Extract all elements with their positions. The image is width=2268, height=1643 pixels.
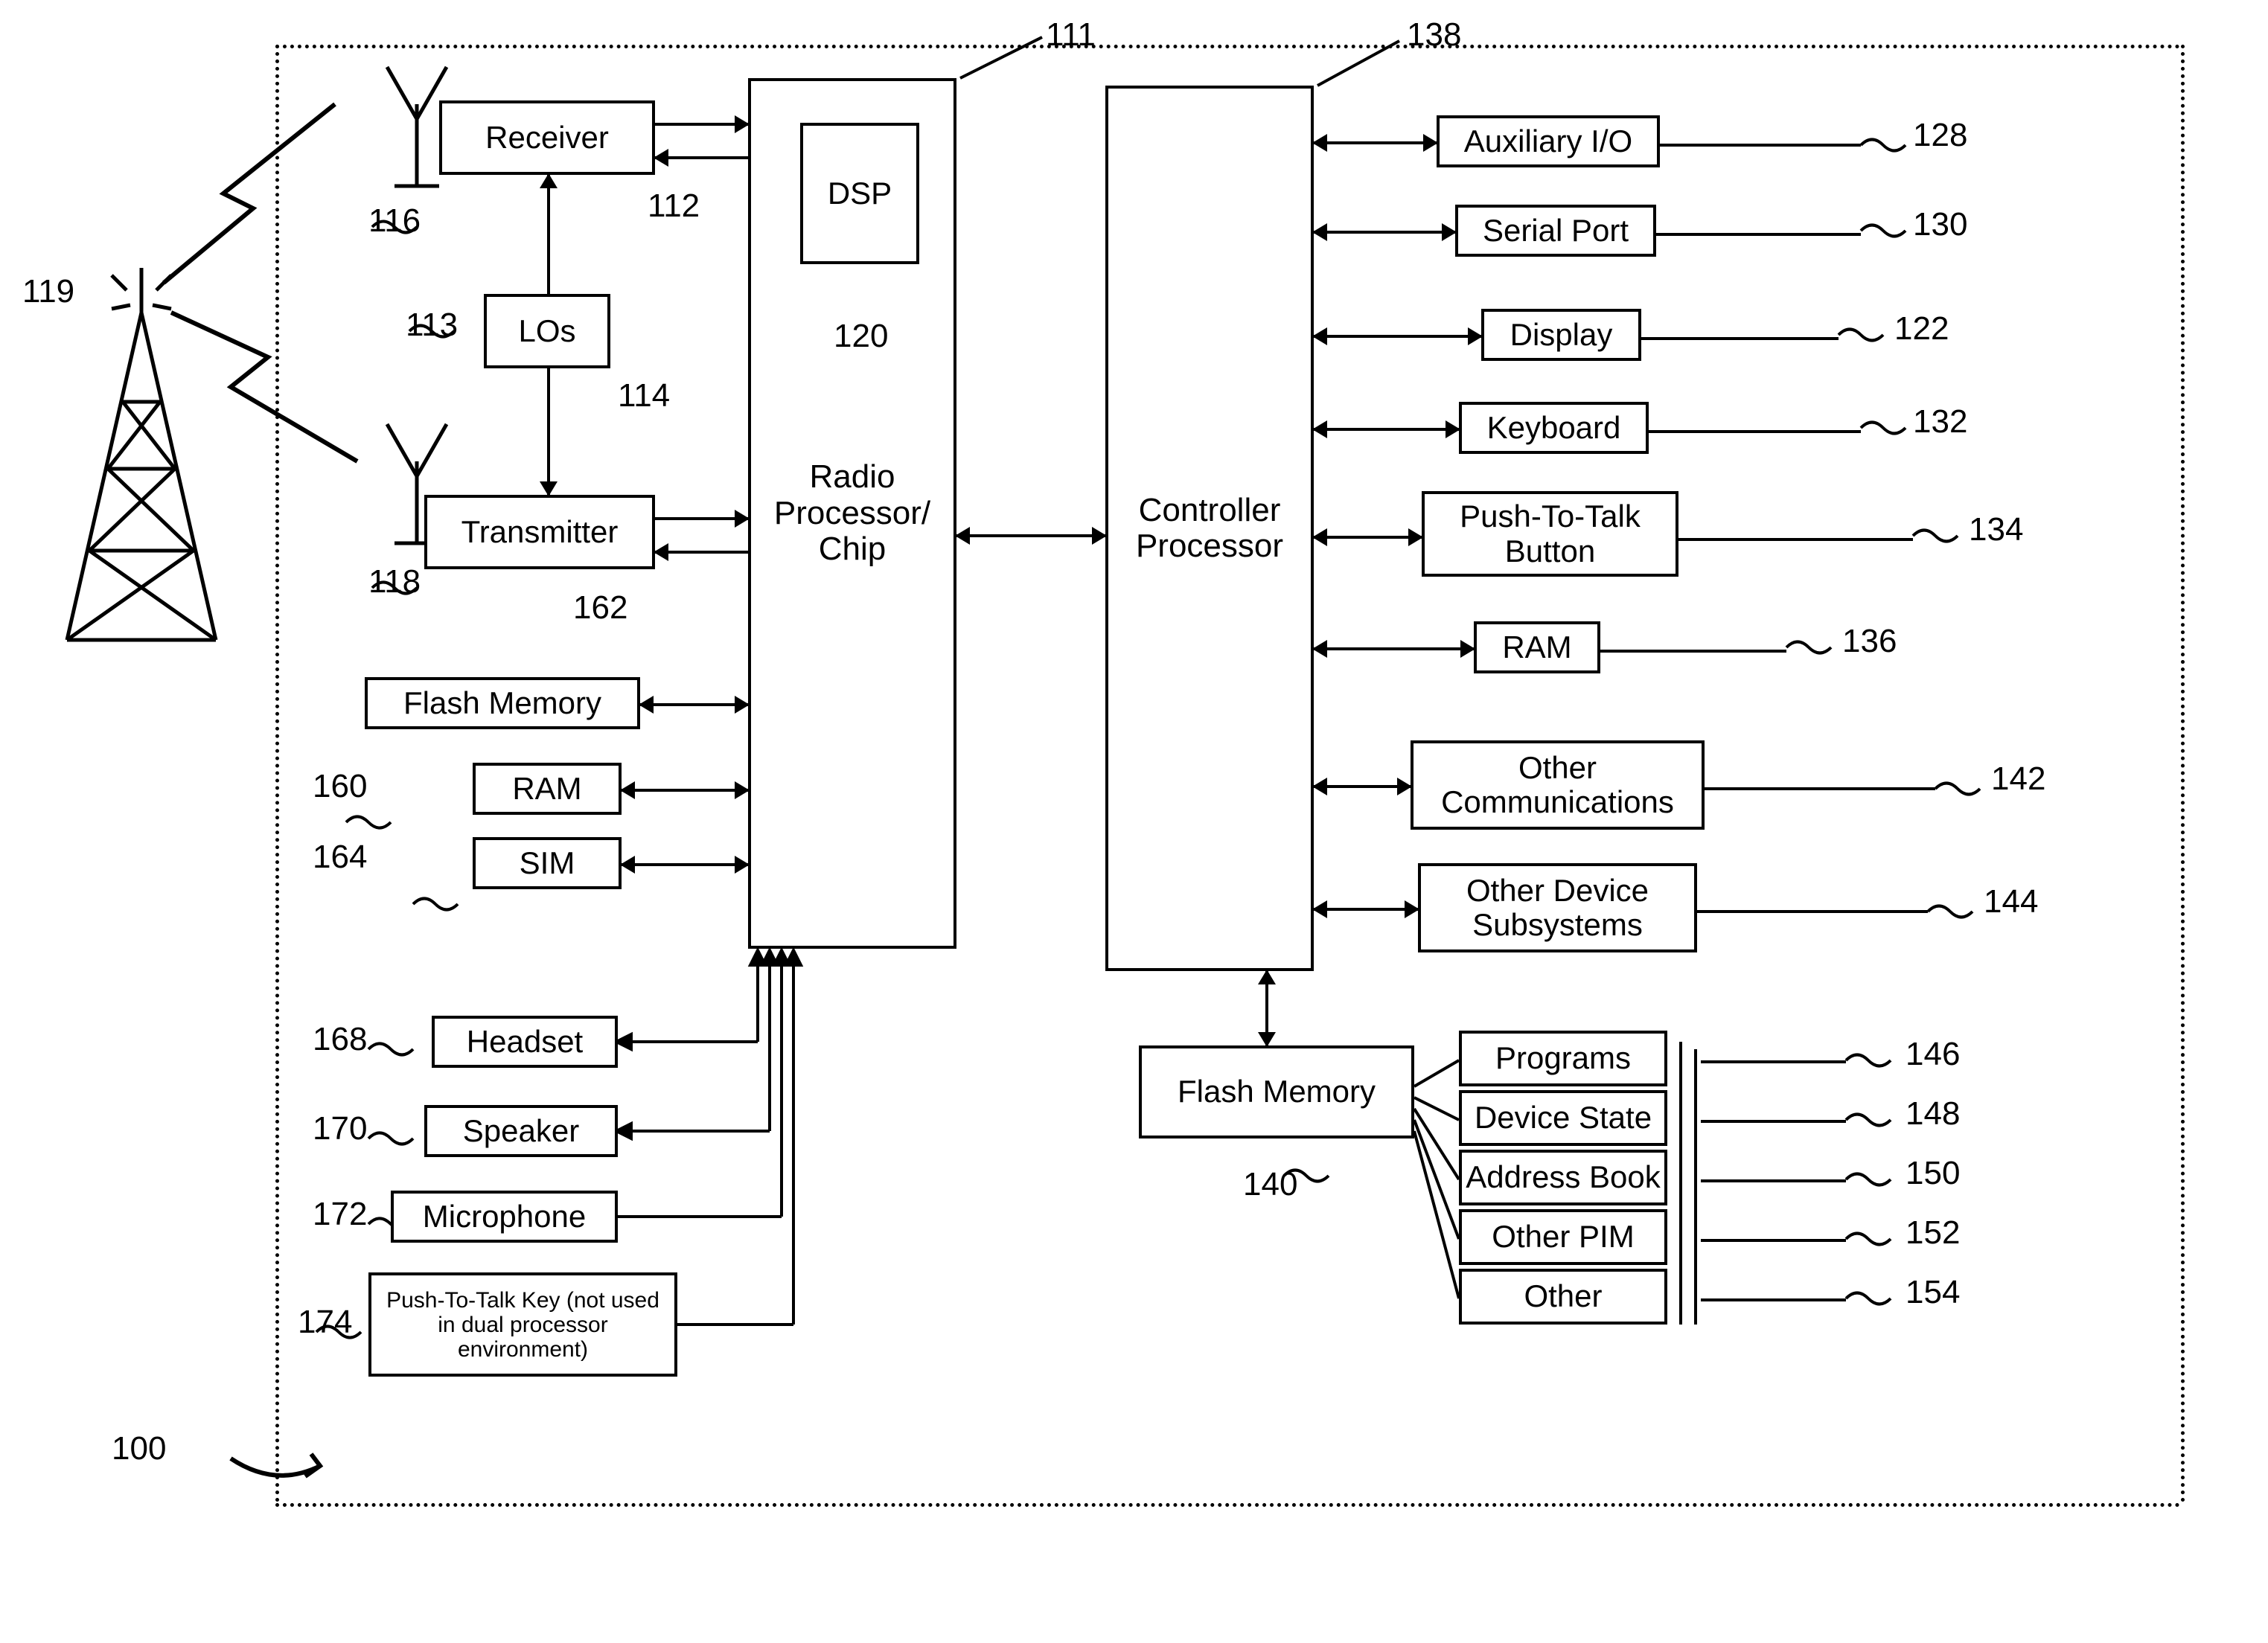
lead-keyboard: [1649, 430, 1861, 433]
ref-146: 146: [1906, 1038, 1960, 1071]
arrow-transmitter-to-radio: [655, 517, 748, 520]
other-pim-block: Other PIM: [1459, 1209, 1667, 1265]
lead-auxio: [1660, 144, 1861, 147]
arrow-ram-radio: [622, 789, 748, 792]
arrow-los-to-receiver: [547, 175, 550, 294]
speaker-block: Speaker: [424, 1105, 618, 1157]
other-comms-block: Other Communications: [1411, 740, 1705, 830]
ram-radio-block: RAM: [473, 763, 622, 815]
arrow-ctrl-display: [1314, 335, 1481, 338]
receiver-block: Receiver: [439, 100, 655, 175]
ref-174: 174: [298, 1306, 352, 1339]
system-boundary-left: [275, 45, 279, 1503]
system-boundary-top: [275, 45, 2181, 48]
arrow-flash-radio: [640, 703, 748, 706]
arrow-ctrl-ptt: [1314, 536, 1422, 539]
ptt-button-block: Push-To-Talk Button: [1422, 491, 1678, 577]
ref-170: 170: [313, 1112, 367, 1145]
stack-side-1: [1667, 1042, 1682, 1325]
controller-processor-block: Controller Processor: [1105, 86, 1314, 971]
headset-block: Headset: [432, 1016, 618, 1068]
device-state-block: Device State: [1459, 1090, 1667, 1146]
ref-162: 162: [573, 592, 627, 624]
ref-172: 172: [313, 1198, 367, 1231]
lead-othersub: [1697, 910, 1928, 913]
ref-112: 112: [648, 190, 700, 222]
lead-150: [1701, 1179, 1846, 1182]
ref-132: 132: [1913, 406, 1967, 438]
arrow-ctrl-keyboard: [1314, 428, 1459, 431]
ref-122: 122: [1894, 313, 1949, 345]
lead-ptt: [1678, 538, 1913, 541]
ref-140: 140: [1243, 1168, 1297, 1201]
lead-ram: [1600, 650, 1786, 653]
serial-port-block: Serial Port: [1455, 205, 1656, 257]
ref-100: 100: [112, 1432, 166, 1465]
ref-119: 119: [22, 275, 74, 308]
arrow-radio-to-receiver: [655, 156, 748, 159]
ref-130: 130: [1913, 208, 1967, 241]
flash-memory-controller-block: Flash Memory: [1139, 1045, 1414, 1138]
arrow-receiver-to-radio: [655, 123, 748, 126]
ref-168: 168: [313, 1023, 367, 1056]
display-block: Display: [1481, 309, 1641, 361]
programs-block: Programs: [1459, 1031, 1667, 1086]
ref-142: 142: [1991, 763, 2045, 795]
aux-io-block: Auxiliary I/O: [1437, 115, 1660, 167]
los-block: LOs: [484, 294, 610, 368]
ref-113: 113: [406, 309, 458, 342]
ref-150: 150: [1906, 1157, 1960, 1190]
ref-118: 118: [368, 566, 421, 598]
lead-display: [1641, 337, 1839, 340]
lead-148: [1701, 1120, 1846, 1123]
keyboard-block: Keyboard: [1459, 402, 1649, 454]
arrow-ctrl-flash: [1265, 971, 1268, 1045]
ram-controller-block: RAM: [1474, 621, 1600, 673]
lead-serial: [1656, 233, 1861, 236]
microphone-block: Microphone: [391, 1191, 618, 1243]
ref-111: 111: [1046, 19, 1096, 51]
arrow-ctrl-othercomm: [1314, 785, 1411, 788]
ref-148: 148: [1906, 1098, 1960, 1130]
sim-block: SIM: [473, 837, 622, 889]
ref-144: 144: [1984, 885, 2038, 918]
arrow-ctrl-ram: [1314, 647, 1474, 650]
ref-152: 152: [1906, 1217, 1960, 1249]
other-subsystems-block: Other Device Subsystems: [1418, 863, 1697, 952]
lead-othercomm: [1705, 787, 1935, 790]
ref-136: 136: [1842, 625, 1897, 658]
system-boundary-right: [2181, 45, 2185, 1503]
ptt-key-block: Push-To-Talk Key (not used in dual proce…: [368, 1272, 677, 1377]
arrow-ctrl-othersub: [1314, 908, 1418, 911]
transmitter-block: Transmitter: [424, 495, 655, 569]
arrow-ctrl-auxio: [1314, 141, 1437, 144]
dsp-block: DSP: [800, 123, 919, 264]
flash-other-block: Other: [1459, 1269, 1667, 1325]
arrow-los-to-transmitter: [547, 368, 550, 495]
ref-120: 120: [834, 320, 888, 353]
address-book-block: Address Book: [1459, 1150, 1667, 1205]
ref-138: 138: [1407, 19, 1461, 51]
arrow-ctrl-serial: [1314, 231, 1455, 234]
arrow-radio-controller: [956, 534, 1105, 537]
ref-134: 134: [1969, 513, 2023, 546]
ref-114: 114: [618, 379, 670, 412]
lead-154: [1701, 1298, 1846, 1301]
system-boundary-bottom: [275, 1503, 2181, 1507]
flash-memory-radio-block: Flash Memory: [365, 677, 640, 729]
arrow-sim-radio: [622, 863, 748, 866]
lead-146: [1701, 1060, 1846, 1063]
ref-164: 164: [313, 841, 367, 874]
ref-116: 116: [368, 205, 421, 237]
ref-160: 160: [313, 770, 367, 803]
arrow-radio-to-transmitter: [655, 551, 748, 554]
stack-side-2: [1682, 1049, 1697, 1325]
ref-154: 154: [1906, 1276, 1960, 1309]
lead-152: [1701, 1239, 1846, 1242]
ref-128: 128: [1913, 119, 1967, 152]
